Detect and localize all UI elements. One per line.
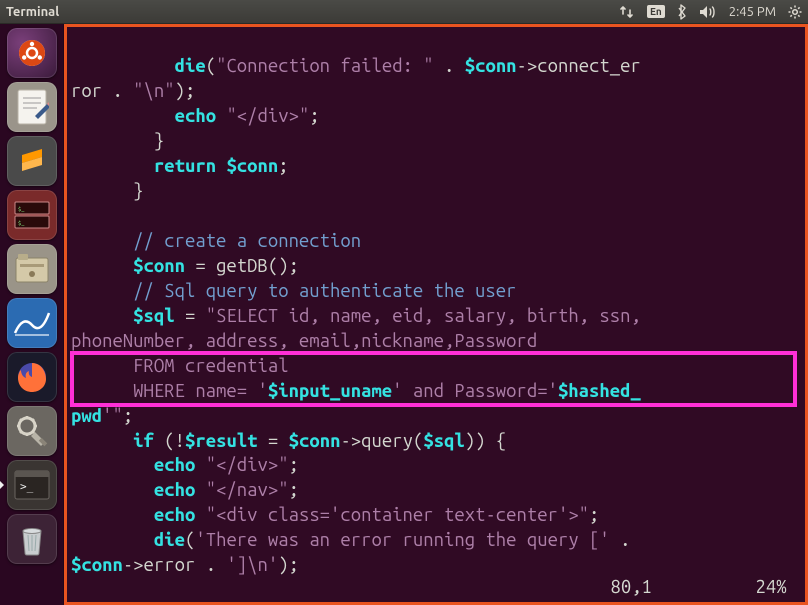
clock[interactable]: 2:45 PM bbox=[729, 5, 776, 19]
launcher-sublime[interactable] bbox=[7, 136, 57, 186]
menubar: Terminal En 2:45 PM bbox=[0, 0, 808, 24]
gear-icon[interactable] bbox=[788, 5, 802, 19]
launcher: $_ $_ >_ bbox=[0, 24, 64, 605]
launcher-firefox[interactable] bbox=[7, 352, 57, 402]
launcher-trash[interactable] bbox=[7, 514, 57, 564]
launcher-terminal[interactable]: >_ bbox=[7, 460, 57, 510]
vim-status-line: 80,1 24% bbox=[67, 575, 797, 600]
launcher-text-editor[interactable] bbox=[7, 82, 57, 132]
volume-icon[interactable] bbox=[699, 5, 717, 19]
svg-text:>_: >_ bbox=[20, 480, 34, 493]
window-title: Terminal bbox=[6, 5, 59, 19]
svg-text:$_: $_ bbox=[18, 220, 24, 227]
launcher-settings[interactable] bbox=[7, 406, 57, 456]
launcher-dash[interactable] bbox=[7, 28, 57, 78]
terminal-window[interactable]: die("Connection failed: " . $conn->conne… bbox=[64, 24, 808, 605]
launcher-files[interactable] bbox=[7, 244, 57, 294]
keyboard-indicator[interactable]: En bbox=[647, 5, 665, 18]
svg-text:$_: $_ bbox=[18, 206, 24, 213]
launcher-wireshark[interactable] bbox=[7, 298, 57, 348]
launcher-app[interactable]: $_ $_ bbox=[7, 190, 57, 240]
network-icon[interactable] bbox=[619, 5, 635, 19]
bluetooth-icon[interactable] bbox=[677, 4, 687, 20]
